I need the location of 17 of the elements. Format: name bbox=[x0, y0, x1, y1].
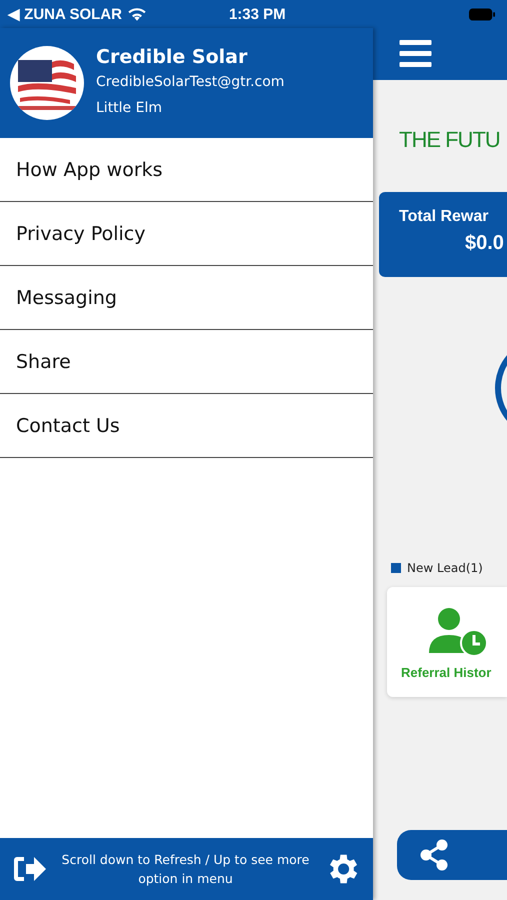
share-button[interactable] bbox=[397, 830, 507, 880]
profile-location: Little Elm bbox=[96, 99, 163, 118]
profile-email: CredibleSolarTest@gtr.com bbox=[96, 73, 284, 92]
status-time: 1:33 PM bbox=[228, 6, 286, 22]
refresh-hint: Scroll down to Refresh / Up to see more option in menu bbox=[60, 851, 310, 888]
legend-label: New Lead(1) bbox=[407, 561, 483, 575]
profile-name: Credible Solar bbox=[96, 45, 248, 69]
share-icon bbox=[419, 839, 449, 871]
menu-icon[interactable] bbox=[399, 40, 432, 68]
rewards-title: Total Rewar bbox=[399, 207, 488, 227]
battery-icon bbox=[469, 8, 495, 20]
back-to-app-link[interactable]: ◀ ZUNA SOLAR bbox=[8, 5, 122, 23]
rewards-amount: $0.0 bbox=[465, 231, 504, 256]
wifi-icon bbox=[128, 8, 146, 20]
banner-heading: THE FUTU bbox=[399, 126, 500, 154]
tile-label: Referral Histor bbox=[401, 665, 492, 680]
logout-icon[interactable] bbox=[12, 854, 48, 884]
